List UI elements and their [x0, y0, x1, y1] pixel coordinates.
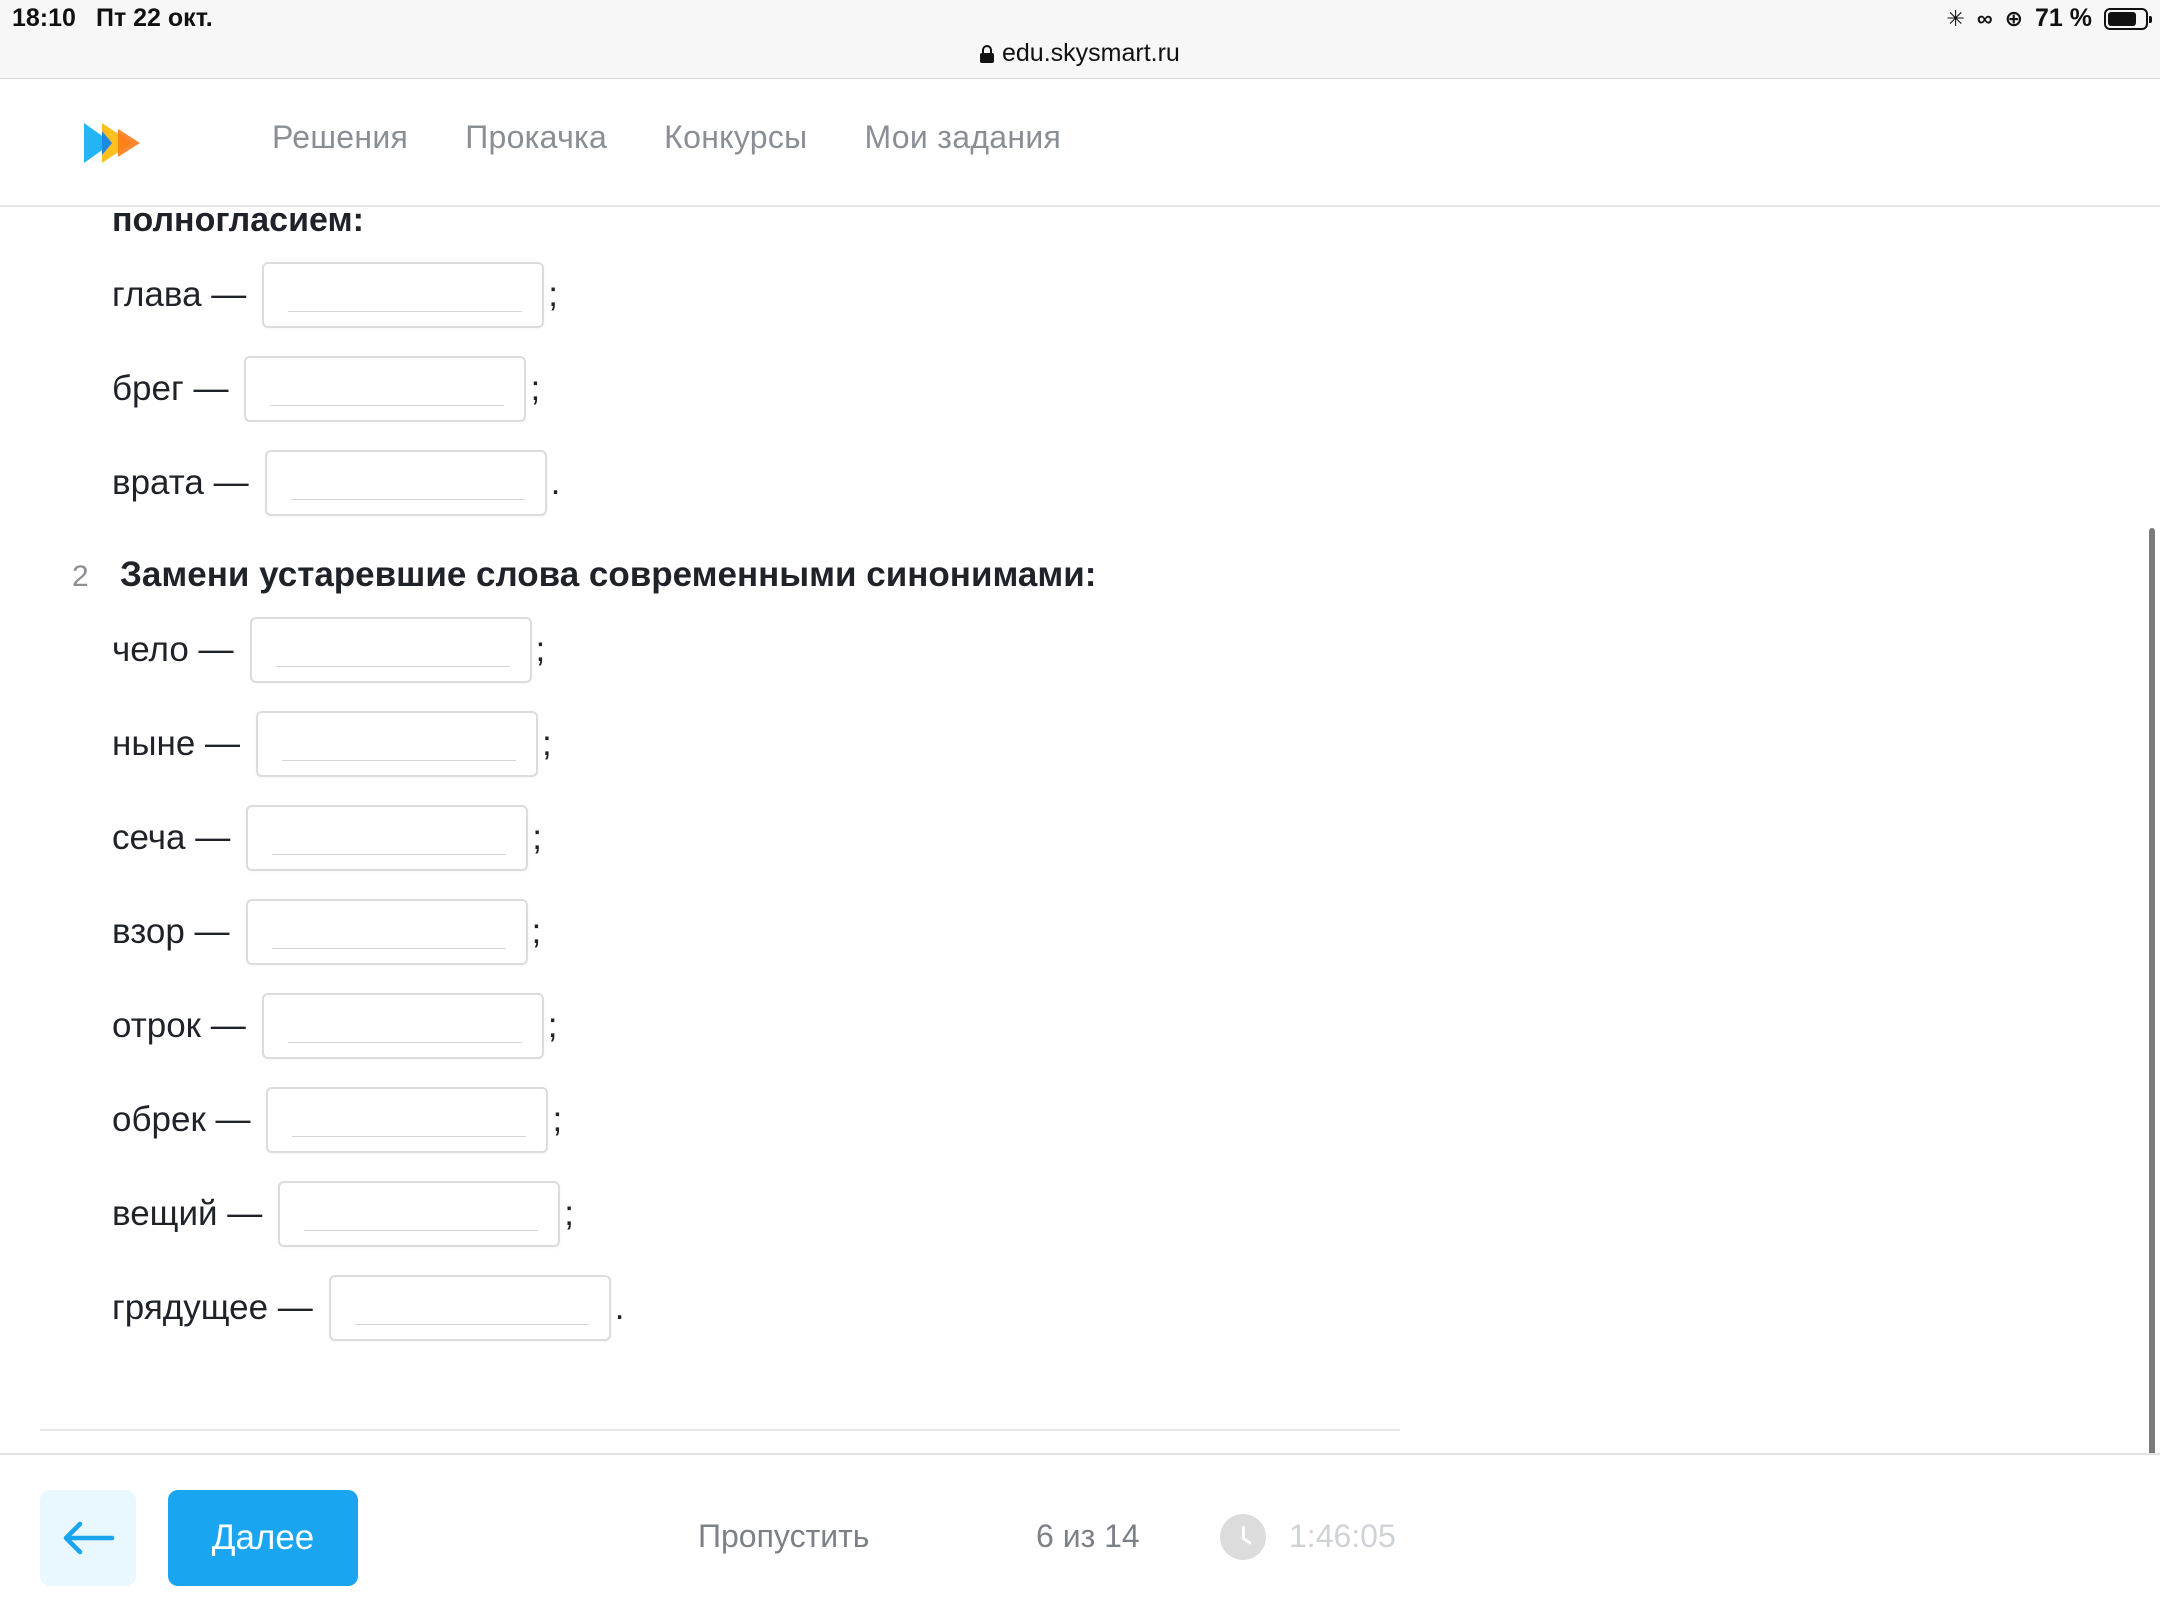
- row-punct: ;: [530, 369, 541, 408]
- answer-field[interactable]: [328, 1275, 611, 1341]
- row-punct: ;: [542, 724, 552, 763]
- answer-field[interactable]: [246, 805, 529, 871]
- answer-row: грядущее — .: [112, 1275, 625, 1341]
- sync-icon: ✳: [1946, 5, 1965, 31]
- status-bar: 18:10 Пт 22 окт. edu.skysmart.ru ✳ ∞ ⊕ 7…: [0, 0, 2160, 79]
- answer-row: брег — ;: [112, 356, 540, 422]
- task-content: полногласием: глава — ; брег — ; врата —…: [0, 205, 2160, 1453]
- next-button[interactable]: Далее: [168, 1490, 358, 1586]
- scrollbar[interactable]: [2149, 528, 2155, 1506]
- answer-field[interactable]: [266, 1087, 549, 1153]
- row-punct: ;: [532, 818, 542, 857]
- answer-field[interactable]: [278, 1181, 561, 1247]
- task-number: 2: [72, 560, 89, 593]
- row-punct: ;: [535, 630, 546, 669]
- clock-icon: [1220, 1514, 1266, 1560]
- row-word: сеча —: [112, 818, 231, 857]
- row-word: чело —: [112, 630, 234, 669]
- row-punct: .: [550, 463, 561, 502]
- task1-title-tail: полногласием:: [112, 205, 364, 239]
- answer-row: врата — .: [112, 450, 560, 516]
- nav-item-contests[interactable]: Конкурсы: [664, 119, 807, 156]
- row-word: врата —: [112, 463, 249, 502]
- row-word: грядущее —: [112, 1288, 313, 1327]
- row-word: взор —: [112, 912, 230, 951]
- answer-field[interactable]: [256, 711, 539, 777]
- row-word: вещий —: [112, 1194, 263, 1233]
- answer-row: глава — ;: [112, 262, 558, 328]
- answer-field[interactable]: [245, 899, 528, 965]
- back-arrow-icon: [63, 1521, 115, 1555]
- battery-icon: [2104, 7, 2152, 30]
- content-divider: [40, 1429, 1400, 1431]
- url-text: edu.skysmart.ru: [1002, 39, 1180, 67]
- answer-row: сеча — ;: [112, 805, 542, 871]
- row-punct: ;: [531, 912, 542, 951]
- battery-percent: 71 %: [2035, 4, 2092, 32]
- row-punct: .: [614, 1288, 625, 1327]
- row-word: брег —: [112, 369, 229, 408]
- row-word: ныне —: [112, 724, 241, 763]
- row-word: обрек —: [112, 1100, 251, 1139]
- app-header: Решения Прокачка Конкурсы Мои задания: [0, 79, 2160, 207]
- rotation-lock-icon: ⊕: [2004, 5, 2024, 31]
- row-punct: ;: [548, 275, 559, 314]
- row-punct: ;: [564, 1194, 575, 1233]
- answer-row: ныне — ;: [112, 711, 552, 777]
- row-punct: ;: [552, 1100, 563, 1139]
- row-punct: ;: [547, 1006, 558, 1045]
- status-time: 18:10: [12, 4, 76, 32]
- address-bar[interactable]: edu.skysmart.ru: [980, 39, 1180, 68]
- row-word: отрок —: [112, 1006, 246, 1045]
- footer: Далее Пропустить 6 из 14 1:46:05: [0, 1453, 2160, 1622]
- answer-field[interactable]: [264, 450, 547, 516]
- answer-field[interactable]: [244, 356, 527, 422]
- answer-field[interactable]: [261, 993, 544, 1059]
- answer-row: чело — ;: [112, 617, 545, 683]
- answer-row: взор — ;: [112, 899, 541, 965]
- answer-field[interactable]: [262, 262, 545, 328]
- lock-icon: [980, 44, 994, 63]
- skip-button[interactable]: Пропустить: [698, 1518, 869, 1555]
- answer-field[interactable]: [249, 617, 532, 683]
- nav-item-training[interactable]: Прокачка: [465, 119, 607, 156]
- task-title: Замени устаревшие слова современными син…: [120, 555, 1097, 594]
- main-nav: Решения Прокачка Конкурсы Мои задания: [272, 119, 1061, 156]
- link-icon: ∞: [1976, 5, 1993, 31]
- nav-item-my-tasks[interactable]: Мои задания: [864, 119, 1061, 156]
- answer-row: вещий — ;: [112, 1181, 574, 1247]
- nav-item-solutions[interactable]: Решения: [272, 119, 408, 156]
- answer-row: отрок — ;: [112, 993, 557, 1059]
- answer-row: обрек — ;: [112, 1087, 562, 1153]
- row-word: глава —: [112, 275, 247, 314]
- timer: 1:46:05: [1289, 1518, 1396, 1554]
- back-button[interactable]: [40, 1490, 136, 1586]
- status-indicators: ✳ ∞ ⊕ 71 %: [1946, 4, 2152, 33]
- progress-counter: 6 из 14: [1036, 1518, 1140, 1554]
- logo-icon[interactable]: [82, 119, 152, 167]
- status-date: Пт 22 окт.: [96, 4, 213, 32]
